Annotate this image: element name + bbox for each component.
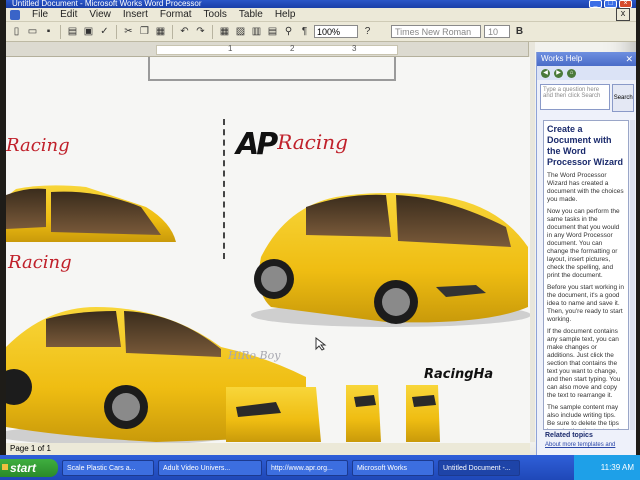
racing-text-top-left: Racing [6,135,70,156]
minimize-button[interactable]: _ [589,0,602,8]
help-nav-bar: ◀ ▶ ⌂ [537,66,636,80]
ruler-text-area [156,45,398,55]
ruler-mark: 1 [228,44,233,53]
clock[interactable]: 11:39 AM [601,463,634,472]
menu-edit[interactable]: Edit [60,9,77,20]
help-paragraph: Before you start working in the document… [547,284,624,323]
hiro-boy-logo: HiRo Boy [228,349,281,362]
car-top-left [6,185,176,242]
menu-tools[interactable]: Tools [204,9,227,20]
help-search-button[interactable]: Search [612,84,634,112]
maximize-button[interactable]: □ [604,0,617,8]
help-scrollbar[interactable] [630,120,635,430]
help-pane-header: Works Help ✕ [537,52,636,66]
redo-icon[interactable]: ↷ [194,25,207,38]
title-bar[interactable]: Untitled Document - Microsoft Works Word… [6,0,636,8]
document-icon[interactable] [10,9,20,20]
toolbar-separator [172,24,173,39]
window-title: Untitled Document - Microsoft Works Word… [12,0,202,8]
spelling-icon[interactable]: ✓ [98,25,111,38]
taskbar-button[interactable]: http://www.apr.org... [266,459,348,476]
window-controls: _ □ × [589,0,632,8]
save-icon[interactable]: ▪ [42,25,55,38]
help-content: Create a Document with the Word Processo… [543,120,629,430]
horizontal-ruler[interactable]: 1 2 3 [6,42,528,57]
move-cursor-icon [315,337,327,351]
insert-chart-icon[interactable]: ▥ [250,25,263,38]
document-area[interactable]: AP Racing Racing Racing HiRo Boy RacingH… [6,57,530,455]
status-bar: Page 1 of 1 [6,443,530,455]
home-icon[interactable]: ⌂ [567,68,576,78]
font-size-select[interactable]: 10 [484,25,510,38]
bold-icon[interactable]: B [513,25,526,38]
help-paragraph: Now you can perform the same tasks in th… [547,208,620,279]
car-artwork [6,185,530,445]
zoom-select[interactable]: 100% [314,25,358,38]
page-count: Page 1 of 1 [10,444,51,453]
close-button[interactable]: × [619,0,632,8]
help-icon[interactable]: ? [361,25,374,38]
taskbar: start Scale Plastic Cars a... Adult Vide… [0,455,640,480]
back-icon[interactable]: ◀ [541,68,550,78]
help-paragraph: The Word Processor Wizard has created a … [547,172,624,203]
ruler-mark: 3 [352,44,357,53]
help-search-input[interactable]: Type a question here and then click Sear… [540,84,611,110]
help-topic-title: Create a Document with the Word Processo… [547,124,623,167]
taskbar-button[interactable]: Scale Plastic Cars a... [62,459,154,476]
logo-racing: Racing [277,130,348,154]
help-paragraph: If the document contains any sample text… [547,328,621,399]
paste-icon[interactable]: ▦ [154,25,167,38]
help-pane-title: Works Help [541,54,583,63]
print-icon[interactable]: ▤ [66,25,79,38]
start-button[interactable]: start [0,458,58,477]
works-help-pane: Works Help ✕ ◀ ▶ ⌂ Type a question here … [536,52,636,455]
menu-file[interactable]: File [32,9,48,20]
close-icon[interactable]: ✕ [625,52,633,66]
menu-bar: File Edit View Insert Format Tools Table… [6,8,636,22]
help-paragraph: The sample content may also include writ… [547,404,619,429]
logo-ap: AP [236,127,278,162]
menu-view[interactable]: View [89,9,111,20]
copy-icon[interactable]: ❐ [138,25,151,38]
insert-table-icon[interactable]: ▦ [218,25,231,38]
insert-picture-icon[interactable]: ▨ [234,25,247,38]
toolbar-separator [60,24,61,39]
font-select[interactable]: Times New Roman [391,25,481,38]
open-folder-icon[interactable]: ▭ [26,25,39,38]
menu-format[interactable]: Format [160,9,192,20]
document-close-button[interactable]: x [616,8,630,21]
windows-flag-icon [2,463,8,470]
ruler-mark: 2 [290,44,295,53]
cut-icon[interactable]: ✂ [122,25,135,38]
columns-icon[interactable]: ▤ [266,25,279,38]
car-main [251,193,530,327]
car-front-tiles [226,385,440,442]
toolbar-separator [212,24,213,39]
screen: Untitled Document - Microsoft Works Word… [6,0,636,470]
system-tray: 11:39 AM [574,455,640,480]
taskbar-button[interactable]: Adult Video Univers... [158,459,262,476]
hyperlink-icon[interactable]: ⚲ [282,25,295,38]
related-topics-heading: Related topics [545,432,593,439]
related-topic-link[interactable]: About more templates and [545,442,615,448]
toolbar-separator [116,24,117,39]
document-page[interactable]: AP Racing Racing Racing HiRo Boy RacingH… [6,57,530,455]
show-paragraph-icon[interactable]: ¶ [298,25,311,38]
new-document-icon[interactable]: ▯ [10,25,23,38]
ap-racing-logo: AP Racing [236,127,348,162]
print-preview-icon[interactable]: ▣ [82,25,95,38]
page-margin-guide [223,119,225,259]
menu-table[interactable]: Table [239,9,263,20]
undo-icon[interactable]: ↶ [178,25,191,38]
taskbar-button[interactable]: Untitled Document -... [438,459,520,476]
start-label: start [10,460,37,475]
racing-haus-logo: RacingHa [424,367,494,382]
menu-help[interactable]: Help [275,9,296,20]
taskbar-button[interactable]: Microsoft Works [352,459,434,476]
menu-insert[interactable]: Insert [123,9,148,20]
forward-icon[interactable]: ▶ [554,68,563,78]
standard-toolbar: ▯ ▭ ▪ ▤ ▣ ✓ ✂ ❐ ▦ ↶ ↷ ▦ ▨ ▥ ▤ ⚲ ¶ 100% ?… [6,22,636,42]
help-search: Type a question here and then click Sear… [537,80,636,116]
racing-text-left: Racing [8,252,72,273]
